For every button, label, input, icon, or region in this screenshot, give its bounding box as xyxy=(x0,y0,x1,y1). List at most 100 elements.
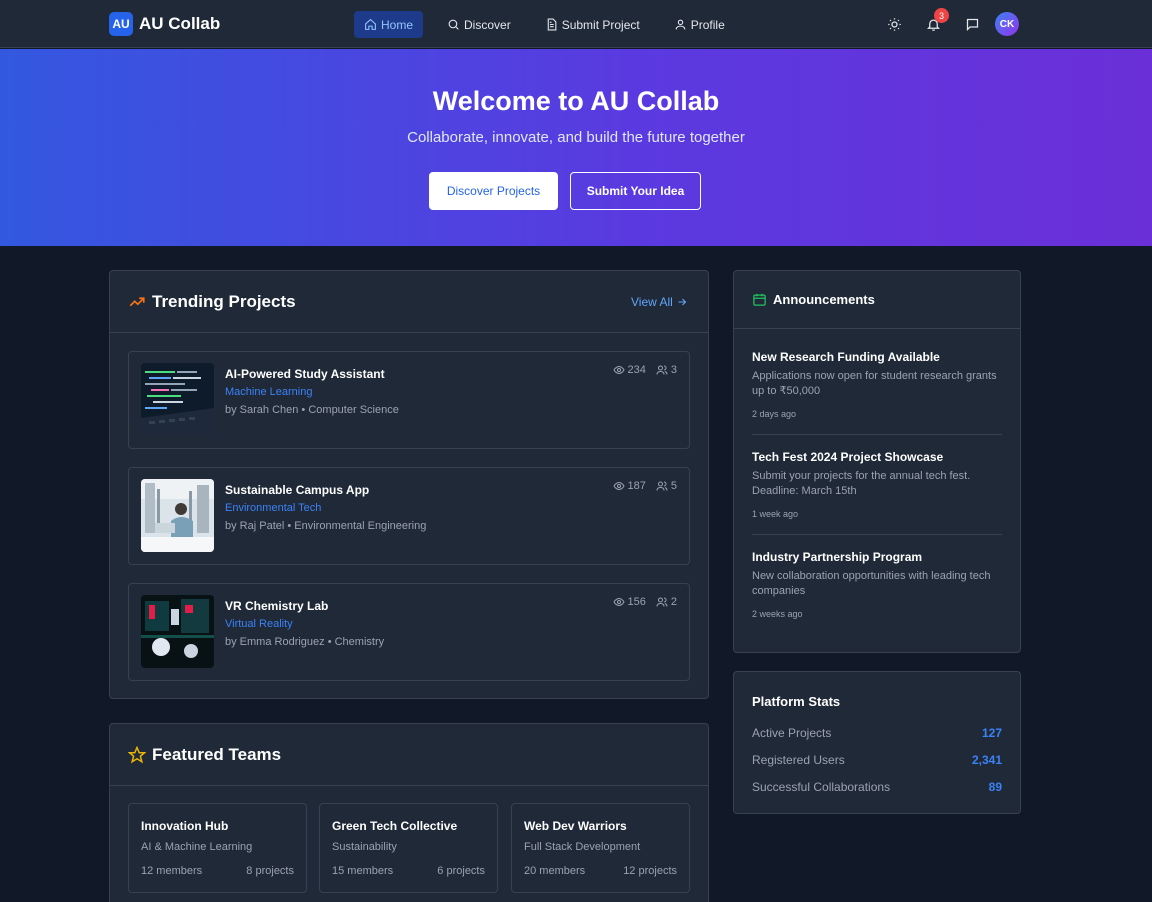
project-byline: by Sarah Chen • Computer Science xyxy=(225,404,399,416)
project-title: AI-Powered Study Assistant xyxy=(225,367,385,381)
team-projects: 6 projects xyxy=(437,865,485,877)
views-stat: 187 xyxy=(612,480,646,492)
announcement-description: New collaboration opportunities with lea… xyxy=(752,570,991,597)
team-members: 12 members xyxy=(141,865,203,877)
announcement-title: Industry Partnership Program xyxy=(752,550,923,564)
project-category: Virtual Reality xyxy=(225,618,293,630)
nav-discover-label: Discover xyxy=(464,17,511,32)
team-card[interactable]: Innovation Hub AI & Machine Learning 12 … xyxy=(128,803,307,893)
members-stat: 2 xyxy=(656,596,677,608)
announcement-description: Applications now open for student resear… xyxy=(752,370,997,397)
views-count: 156 xyxy=(627,596,646,608)
nav-home-label: Home xyxy=(381,17,414,32)
stat-label: Registered Users xyxy=(752,753,845,767)
search-icon xyxy=(448,19,459,30)
view-all-label: View All xyxy=(631,295,673,309)
eye-icon xyxy=(612,365,625,375)
nav-profile[interactable]: Profile xyxy=(664,11,735,38)
theme-toggle-button[interactable] xyxy=(884,12,904,36)
notification-count-badge: 3 xyxy=(934,8,949,23)
team-card[interactable]: Green Tech Collective Sustainability 15 … xyxy=(319,803,498,893)
stat-label: Successful Collaborations xyxy=(752,780,891,794)
hero-subtitle: Collaborate, innovate, and build the fut… xyxy=(407,129,745,146)
team-name: Green Tech Collective xyxy=(332,819,458,833)
project-card[interactable]: AI-Powered Study Assistant Machine Learn… xyxy=(128,351,690,449)
announcements-title: Announcements xyxy=(773,292,875,307)
project-category: Machine Learning xyxy=(225,386,313,398)
stat-value: 127 xyxy=(981,726,1002,740)
stat-label: Active Projects xyxy=(752,726,832,740)
app-logo[interactable]: AU AU Collab xyxy=(109,12,220,36)
project-card[interactable]: Sustainable Campus App Environmental Tec… xyxy=(128,467,690,565)
user-avatar[interactable]: CK xyxy=(995,12,1019,36)
submit-idea-button[interactable]: Submit Your Idea xyxy=(570,172,701,210)
stat-row: Registered Users 2,341 xyxy=(752,753,1002,767)
views-stat: 234 xyxy=(612,364,646,376)
team-members: 20 members xyxy=(524,865,586,877)
stat-value: 2,341 xyxy=(971,753,1002,767)
project-card[interactable]: VR Chemistry Lab Virtual Reality by Emma… xyxy=(128,583,690,681)
announcement-item[interactable]: Industry Partnership Program New collabo… xyxy=(752,550,1002,619)
views-stat: 156 xyxy=(612,596,646,608)
project-thumbnail xyxy=(141,595,214,668)
document-icon xyxy=(547,18,557,31)
featured-divider xyxy=(110,785,708,786)
app-name: AU Collab xyxy=(139,14,221,33)
members-count: 2 xyxy=(670,596,677,608)
team-name: Web Dev Warriors xyxy=(524,819,627,833)
stat-row: Active Projects 127 xyxy=(752,726,1002,740)
chat-icon xyxy=(966,18,978,31)
announcement-separator xyxy=(752,534,1002,535)
announcement-description: Submit your projects for the annual tech… xyxy=(752,470,971,497)
project-stats: 187 5 xyxy=(603,480,677,492)
views-count: 234 xyxy=(627,364,646,376)
nav-submit-project[interactable]: Submit Project xyxy=(535,11,650,38)
project-title: Sustainable Campus App xyxy=(225,483,370,497)
announcements-header: Announcements xyxy=(752,292,875,307)
nav-home[interactable]: Home xyxy=(354,11,424,38)
nav-actions: 3 CK xyxy=(884,8,1019,36)
announcement-item[interactable]: New Research Funding Available Applicati… xyxy=(752,350,1002,419)
project-category: Environmental Tech xyxy=(225,502,322,514)
logo-badge: AU xyxy=(109,12,133,36)
project-thumbnail xyxy=(141,363,214,436)
announcement-item[interactable]: Tech Fest 2024 Project Showcase Submit y… xyxy=(752,450,1002,519)
team-card[interactable]: Web Dev Warriors Full Stack Development … xyxy=(511,803,690,893)
announcement-title: Tech Fest 2024 Project Showcase xyxy=(752,450,944,464)
trending-up-icon xyxy=(129,297,145,307)
views-count: 187 xyxy=(627,480,646,492)
sun-icon xyxy=(887,17,901,31)
nav-links: Home Discover Submit Project Profile xyxy=(354,11,749,38)
arrow-right-icon xyxy=(678,298,687,306)
project-stats: 156 2 xyxy=(603,596,677,608)
users-icon xyxy=(656,481,668,491)
announcement-separator xyxy=(752,434,1002,435)
users-icon xyxy=(656,597,668,607)
top-nav: AU AU Collab Home Discover Submit Projec… xyxy=(0,0,1152,48)
team-focus: Full Stack Development xyxy=(524,841,641,853)
stat-value: 89 xyxy=(988,780,1002,794)
view-all-link[interactable]: View All xyxy=(631,295,688,309)
team-members: 15 members xyxy=(332,865,394,877)
stat-row: Successful Collaborations 89 xyxy=(752,780,1002,794)
messages-button[interactable] xyxy=(962,12,982,36)
hero-banner: Welcome to AU Collab Collaborate, innova… xyxy=(0,49,1152,246)
trending-header: Trending Projects xyxy=(128,292,296,312)
stats-title: Platform Stats xyxy=(752,694,841,709)
members-count: 3 xyxy=(670,364,677,376)
notifications-button[interactable]: 3 xyxy=(923,8,949,36)
discover-projects-button[interactable]: Discover Projects xyxy=(429,172,558,210)
nav-discover[interactable]: Discover xyxy=(437,11,521,38)
featured-title: Featured Teams xyxy=(152,745,282,764)
trending-divider xyxy=(110,332,708,333)
team-focus: Sustainability xyxy=(332,841,397,853)
announcement-time: 2 weeks ago xyxy=(752,609,803,619)
eye-icon xyxy=(612,597,625,607)
hero-title: Welcome to AU Collab xyxy=(432,86,720,116)
featured-header: Featured Teams xyxy=(128,745,281,765)
members-stat: 5 xyxy=(656,480,677,492)
nav-submit-label: Submit Project xyxy=(561,17,640,32)
project-stats: 234 3 xyxy=(603,364,677,376)
trending-projects-card: Trending Projects View All AI-Powered St… xyxy=(109,270,709,699)
announcement-time: 2 days ago xyxy=(752,409,797,419)
